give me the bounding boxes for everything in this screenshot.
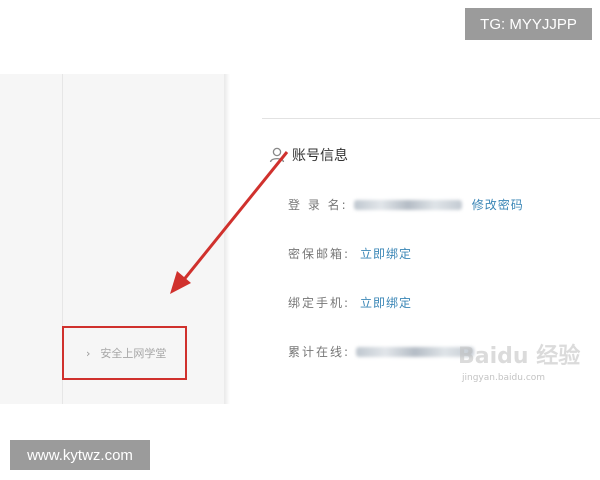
bottom-watermark-tag: www.kytwz.com: [10, 440, 150, 470]
red-arrow-annotation: [170, 151, 289, 294]
